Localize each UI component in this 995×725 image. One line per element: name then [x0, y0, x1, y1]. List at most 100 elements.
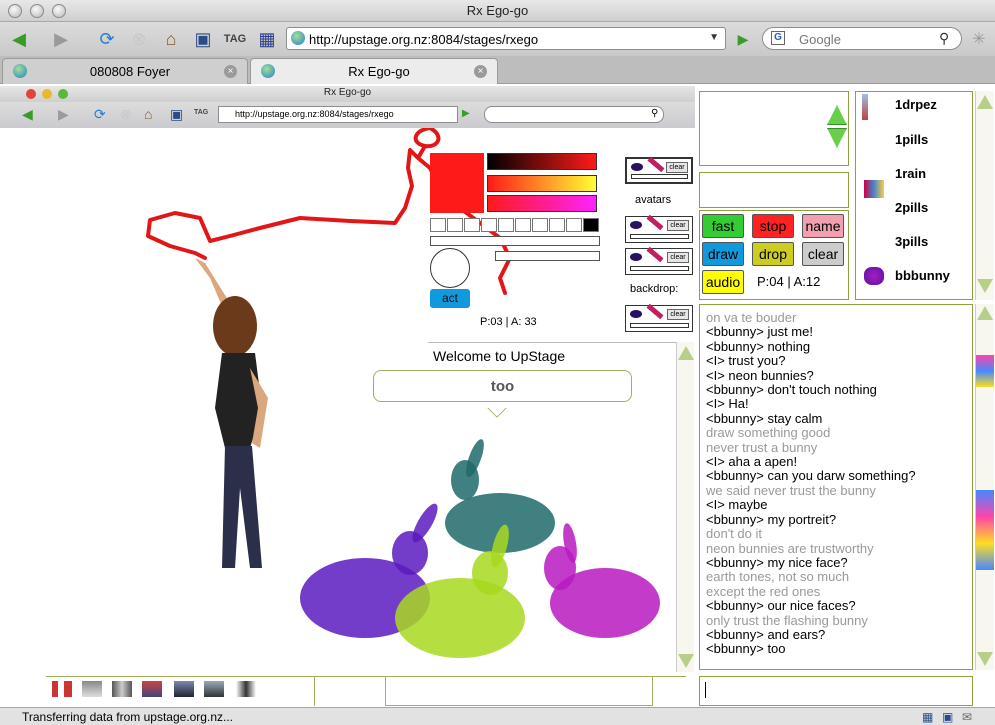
scroll-up-icon[interactable]	[977, 95, 993, 109]
prop-thumbnail[interactable]	[236, 681, 256, 697]
search-input[interactable]: G Google ⚲	[762, 27, 962, 50]
brush-size-slider[interactable]	[430, 236, 600, 246]
layer-slider[interactable]	[631, 174, 688, 179]
color-gradient-yellow[interactable]	[487, 175, 597, 192]
swatch[interactable]	[498, 218, 514, 232]
act-button[interactable]: act	[430, 289, 470, 308]
clear-button[interactable]: clear	[802, 242, 844, 266]
selected-color-swatch[interactable]	[430, 153, 484, 213]
swatch[interactable]	[481, 218, 497, 232]
draw-button[interactable]: draw	[702, 242, 744, 266]
prop-thumbnail[interactable]	[204, 681, 224, 697]
avatar-item[interactable]: 3pills	[895, 234, 928, 249]
close-tab-icon[interactable]: ×	[224, 65, 237, 78]
tag-icon[interactable]: TAG	[222, 26, 248, 52]
layer-slider[interactable]	[630, 234, 689, 239]
eye-icon[interactable]	[630, 310, 642, 318]
scroll-down-icon[interactable]	[977, 652, 993, 666]
scroll-down-icon[interactable]	[977, 279, 993, 293]
globe-icon	[291, 31, 305, 45]
avatar-icon	[864, 180, 884, 198]
swatch-black[interactable]	[583, 218, 599, 232]
eye-icon[interactable]	[630, 253, 642, 261]
avatar-item[interactable]: 1pills	[895, 132, 928, 147]
back-icon[interactable]: ◀	[6, 26, 32, 52]
avatar-item[interactable]: 2pills	[895, 200, 928, 215]
tab-foyer[interactable]: 080808 Foyer ×	[2, 58, 248, 84]
search-icon[interactable]: ⚲	[939, 30, 949, 47]
prop-thumbnail[interactable]	[82, 681, 102, 697]
clear-button[interactable]: clear	[667, 220, 689, 231]
layer-slider[interactable]	[630, 266, 689, 271]
delicious-icon[interactable]: ▦	[254, 26, 280, 52]
layer-panel[interactable]: clear	[625, 214, 693, 243]
layer-panel[interactable]: clear	[625, 303, 693, 332]
speech-bubble: too	[373, 370, 632, 402]
avatar-item[interactable]: bbbunny	[895, 268, 950, 283]
drop-button[interactable]: drop	[752, 242, 794, 266]
stop-button[interactable]: stop	[752, 214, 794, 238]
brush-alpha-slider[interactable]	[495, 251, 600, 261]
inner-welcome-header: Welcome to UpStage	[428, 342, 676, 368]
tab-rx-ego-go[interactable]: Rx Ego-go ×	[250, 58, 498, 84]
inner-stop-icon: ⊗	[120, 106, 132, 122]
clear-button[interactable]: clear	[667, 252, 689, 263]
bookmark-icon[interactable]: ▣	[190, 26, 216, 52]
chat-line: on va te bouder	[706, 310, 797, 325]
chat-line: draw something good	[706, 425, 831, 441]
eye-icon[interactable]	[630, 221, 642, 229]
avatar-item[interactable]: 1rain	[895, 166, 926, 181]
layer-panel[interactable]: clear	[625, 156, 693, 184]
color-gradient-dark[interactable]	[487, 153, 597, 170]
swatch[interactable]	[532, 218, 548, 232]
pen-icon[interactable]	[646, 246, 664, 263]
inner-search-icon: ⚲	[651, 108, 659, 119]
layer-panel[interactable]: clear	[625, 246, 693, 275]
clear-button[interactable]: clear	[667, 309, 689, 320]
delicious-icon: ▣	[942, 710, 954, 724]
layer-slider[interactable]	[630, 323, 689, 328]
fast-button[interactable]: fast	[702, 214, 744, 238]
text-cursor	[705, 682, 706, 698]
avatar-item[interactable]: 1drpez	[895, 97, 937, 112]
pen-icon[interactable]	[646, 303, 664, 320]
prop-thumbnail[interactable]	[52, 681, 72, 697]
inner-url-text: http://upstage.org.nz:8084/stages/rxego	[235, 109, 394, 119]
scroll-up-icon[interactable]	[977, 306, 993, 320]
forward-icon[interactable]: ▶	[48, 26, 74, 52]
audio-box	[699, 91, 849, 166]
pen-icon[interactable]	[646, 214, 664, 231]
clear-button[interactable]: clear	[666, 162, 688, 173]
browser-toolbar: ◀ ▶ ⟳ ⊗ ⌂ ▣ TAG ▦ http://upstage.org.nz:…	[0, 22, 995, 56]
pen-icon[interactable]	[647, 156, 665, 173]
dropdown-icon[interactable]: ▼	[709, 32, 719, 43]
chat-line: <bbunny> our nice faces?	[706, 598, 856, 614]
swatch[interactable]	[430, 218, 446, 232]
avatar-scrollbar[interactable]	[975, 91, 994, 300]
audio-button[interactable]: audio	[702, 270, 744, 294]
reload-icon[interactable]: ⟳	[94, 26, 120, 52]
stop-icon[interactable]: ⊗	[126, 26, 152, 52]
go-icon[interactable]: ▶	[730, 26, 756, 52]
name-button[interactable]: name	[802, 214, 844, 238]
google-icon: G	[771, 31, 785, 45]
close-tab-icon[interactable]: ×	[474, 65, 487, 78]
color-gradient-magenta[interactable]	[487, 195, 597, 212]
chat-line: <I> maybe	[706, 497, 768, 513]
swatch[interactable]	[566, 218, 582, 232]
swatch[interactable]	[549, 218, 565, 232]
pa-counter-right: P:04 | A:12	[757, 274, 821, 289]
prop-thumbnail[interactable]	[112, 681, 132, 697]
tab-bar: 080808 Foyer × Rx Ego-go ×	[0, 56, 995, 84]
swatch[interactable]	[447, 218, 463, 232]
name-input-box[interactable]	[699, 172, 849, 208]
swatch[interactable]	[515, 218, 531, 232]
prop-thumbnail[interactable]	[174, 681, 194, 697]
prop-thumbnail[interactable]	[142, 681, 162, 697]
home-icon[interactable]: ⌂	[158, 26, 184, 52]
url-bar[interactable]: http://upstage.org.nz:8084/stages/rxego …	[286, 27, 726, 50]
sprite-fragment	[976, 490, 994, 570]
chat-input[interactable]	[699, 676, 973, 706]
eye-icon[interactable]	[631, 163, 643, 171]
swatch[interactable]	[464, 218, 480, 232]
